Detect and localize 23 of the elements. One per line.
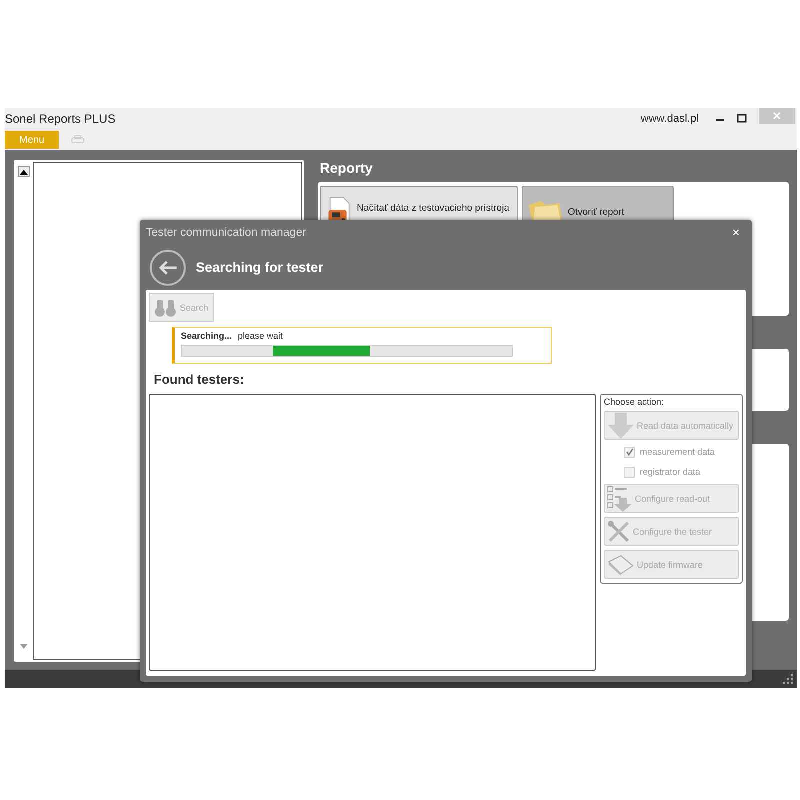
dialog-title: Tester communication manager bbox=[146, 226, 306, 238]
window-title: Sonel Reports PLUS bbox=[5, 112, 116, 126]
maximize-icon[interactable] bbox=[737, 114, 747, 124]
back-button[interactable] bbox=[150, 250, 186, 286]
section-heading: Found testers: bbox=[154, 372, 246, 389]
menu-button[interactable]: Menu bbox=[5, 131, 59, 149]
status-message: please wait bbox=[238, 331, 284, 341]
resize-grip-icon[interactable] bbox=[783, 674, 793, 684]
close-icon bbox=[772, 111, 782, 121]
up-arrow-icon bbox=[20, 168, 28, 174]
status-label: Searching... bbox=[181, 331, 232, 341]
scroll-down-icon[interactable] bbox=[20, 644, 28, 650]
book-icon bbox=[607, 554, 635, 576]
close-button[interactable]: × bbox=[726, 225, 746, 240]
website-label: www.dasl.pl bbox=[640, 113, 699, 125]
section-heading: Reporty bbox=[319, 160, 374, 178]
scroll-up-button[interactable] bbox=[18, 166, 30, 177]
down-arrow-icon bbox=[607, 412, 635, 438]
group-legend: Choose action: bbox=[604, 397, 739, 407]
back-arrow-icon bbox=[158, 260, 178, 276]
checklist-icon bbox=[607, 486, 633, 512]
tools-icon bbox=[607, 520, 631, 544]
dialog-heading: Searching for tester bbox=[196, 260, 324, 275]
